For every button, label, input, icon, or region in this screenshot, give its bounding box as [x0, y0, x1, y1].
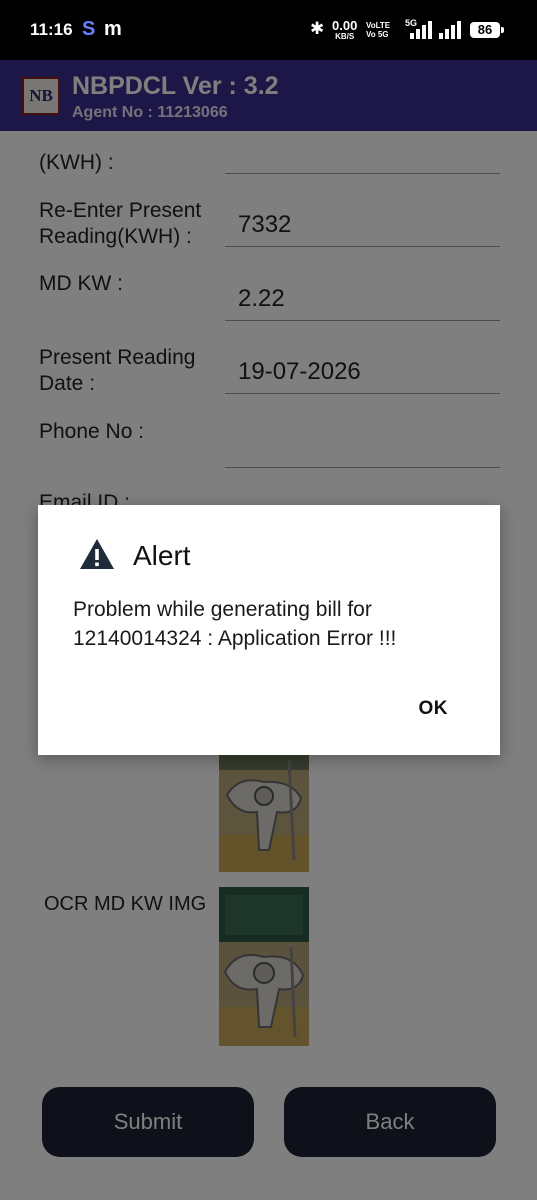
status-bar: 11:16 S m ✱ 0.00 KB/S VoLTE Vo 5G 5G 86 [0, 0, 537, 60]
signal-icon-2 [439, 21, 465, 39]
status-time: 11:16 [30, 20, 73, 39]
alert-dialog: Alert Problem while generating bill for … [38, 505, 500, 755]
app-notification-icon: S [82, 18, 96, 40]
ok-button[interactable]: OK [419, 698, 449, 720]
dialog-title: Alert [133, 540, 191, 571]
battery-icon: 86 [470, 22, 504, 38]
bluetooth-icon: ✱ [310, 19, 325, 38]
dialog-message: Problem while generating bill for 121400… [73, 598, 397, 650]
network-speed: 0.00 KB/S [332, 18, 358, 41]
warning-icon [80, 539, 114, 569]
app-notification-icon-2: m [104, 18, 122, 40]
volte-indicator: VoLTE Vo 5G [366, 21, 391, 39]
signal-icon [410, 21, 436, 39]
